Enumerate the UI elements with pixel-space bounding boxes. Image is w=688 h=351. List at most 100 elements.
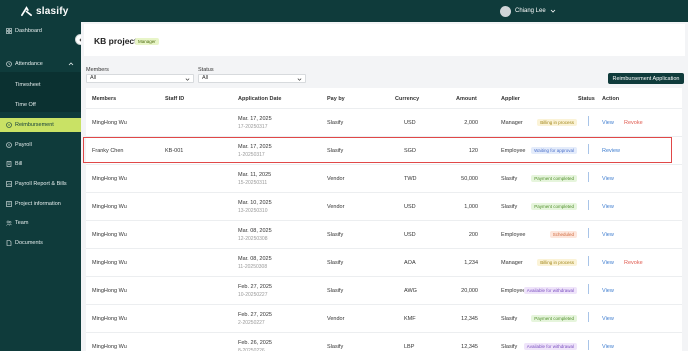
view-action-link[interactable]: View [602, 344, 614, 350]
applier: Slasify [501, 176, 518, 182]
table-row[interactable]: MingHong Wu Feb. 27, 2025 2-20250227 Vendor… [86, 304, 682, 332]
grid-icon [6, 28, 12, 34]
status-badge: Payment completed [531, 175, 577, 182]
amount: 12,345 [461, 316, 478, 322]
team-icon [6, 220, 12, 226]
status-divider [588, 312, 589, 322]
sidebar-item-payroll[interactable]: Payroll [0, 138, 81, 152]
sidebar-item-team[interactable]: Team [0, 216, 81, 230]
currency: AOA [404, 260, 416, 266]
pay-by: Slasify [327, 344, 344, 350]
table-row[interactable]: MingHong Wu Mar. 08, 2025 12-20250308 Slasi… [86, 220, 682, 248]
member-name: MingHong Wu [92, 120, 127, 126]
receipt-icon [6, 122, 12, 128]
status-divider [588, 284, 589, 294]
sidebar-item-time-off[interactable]: Time Off [0, 98, 81, 112]
applier: Slasify [501, 204, 518, 210]
status-badge: Available for withdrawal [523, 287, 577, 294]
amount: 12,345 [461, 344, 478, 350]
sidebar-item-label: Payroll Report & Bills [15, 181, 67, 187]
application-date: Feb. 27, 2025 [238, 312, 272, 318]
member-name: MingHong Wu [92, 344, 127, 350]
sidebar-item-reimbursement[interactable]: Reimbursement [0, 118, 81, 132]
pay-by: Slasify [327, 260, 344, 266]
sidebar-item-project-information[interactable]: Project information [0, 197, 81, 211]
view-action-link[interactable]: View [602, 316, 614, 322]
sidebar-item-label: Bill [15, 161, 23, 167]
currency: USD [404, 232, 416, 238]
application-date: Mar. 10, 2025 [238, 200, 272, 206]
application-number: 11-20250308 [238, 264, 268, 270]
view-action-link[interactable]: View [602, 176, 614, 182]
currency: AWG [404, 288, 417, 294]
sidebar-item-documents[interactable]: Documents [0, 236, 81, 250]
view-action-link[interactable]: View [602, 260, 614, 266]
status-divider [588, 200, 589, 210]
sidebar-item-label: Payroll [15, 142, 32, 148]
sidebar-item-attendance[interactable]: Attendance [0, 57, 81, 71]
members-select[interactable]: All [86, 74, 194, 83]
table-row[interactable]: MingHong Wu Feb. 27, 2025 10-20250227 Slasi… [86, 276, 682, 304]
pay-by: Slasify [327, 120, 344, 126]
view-action-link[interactable]: View [602, 204, 614, 210]
role-badge: Manager [135, 38, 159, 45]
application-date: Feb. 27, 2025 [238, 284, 272, 290]
table-row[interactable]: MingHong Wu Mar. 10, 2025 13-20250310 Vendo… [86, 192, 682, 220]
applier: Manager [501, 260, 523, 266]
member-name: MingHong Wu [92, 176, 127, 182]
application-number: 10-20250227 [238, 292, 268, 298]
slasify-logo-icon [21, 5, 32, 16]
status-divider [588, 256, 589, 266]
application-number: 15-20250311 [238, 180, 268, 186]
application-number: 2-20250227 [238, 320, 265, 326]
application-number: 12-20250308 [238, 236, 268, 242]
folder-icon [6, 201, 12, 207]
status-divider [588, 116, 589, 126]
status-divider [588, 228, 589, 238]
sidebar-item-label: Time Off [15, 102, 36, 108]
sidebar-item-label: Project information [15, 201, 61, 207]
revoke-action-link[interactable]: Revoke [624, 120, 643, 126]
view-action-link[interactable]: View [602, 232, 614, 238]
applier: Manager [501, 120, 523, 126]
coin-icon [6, 142, 12, 148]
application-date: Mar. 08, 2025 [238, 256, 272, 262]
avatar [500, 5, 511, 17]
status-select-value: All [202, 75, 209, 81]
status-divider [588, 340, 589, 350]
sidebar-item-timesheet[interactable]: Timesheet [0, 78, 81, 92]
sidebar-item-payroll-report[interactable]: Payroll Report & Bills [0, 177, 81, 191]
revoke-action-link[interactable]: Revoke [624, 260, 643, 266]
column-header-pay-by: Pay by [327, 96, 345, 102]
document-icon [6, 240, 12, 246]
pay-by: Vendor [327, 176, 345, 182]
status-badge: Payment completed [531, 203, 577, 210]
table-row[interactable]: MingHong Wu Mar. 11, 2025 15-20250311 Vendo… [86, 164, 682, 192]
reimbursement-table: Members Staff ID Application Date Pay by… [86, 88, 682, 351]
sidebar-item-label: Attendance [15, 61, 43, 67]
members-filter-label: Members [86, 67, 109, 73]
view-action-link[interactable]: View [602, 288, 614, 294]
sidebar-item-label: Reimbursement [15, 122, 54, 128]
sidebar-item-bill[interactable]: Bill [0, 157, 81, 171]
sidebar: Dashboard Attendance Timesheet Time Off … [0, 22, 81, 351]
currency: TWD [404, 176, 417, 182]
table-row[interactable]: MingHong Wu Feb. 26, 2025 8-20250226 Slasif… [86, 332, 682, 351]
column-header-application-date: Application Date [238, 96, 282, 102]
reimbursement-application-button[interactable]: Reimbursement Application [608, 73, 684, 84]
status-select[interactable]: All [198, 74, 306, 83]
view-action-link[interactable]: View [602, 120, 614, 126]
sidebar-item-label: Team [15, 220, 29, 226]
amount: 2,000 [464, 120, 478, 126]
sidebar-item-label: Documents [15, 240, 43, 246]
table-row[interactable]: MingHong Wu Mar. 08, 2025 11-20250308 Slasi… [86, 248, 682, 276]
pay-by: Vendor [327, 316, 345, 322]
user-menu[interactable]: Chiang Lee [500, 4, 556, 18]
table-row[interactable]: MingHong Wu Mar. 17, 2025 17-20250317 Slasi… [86, 108, 682, 136]
chevron-down-icon [185, 77, 190, 81]
chevron-down-icon [297, 77, 302, 81]
status-divider [588, 172, 589, 182]
sidebar-item-dashboard[interactable]: Dashboard [0, 24, 81, 38]
app-logo[interactable]: slasify [20, 4, 69, 18]
bill-icon [6, 161, 12, 167]
